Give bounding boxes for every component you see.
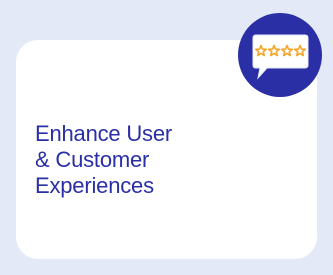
headline-line-3: Experiences: [35, 173, 154, 198]
headline-line-2: & Customer: [35, 147, 150, 172]
card-headline: Enhance User & Customer Experiences: [35, 121, 275, 199]
review-stars-speech-bubble-icon: [237, 12, 323, 98]
review-icon-graphic: [238, 13, 322, 97]
headline-line-1: Enhance User: [35, 121, 173, 146]
